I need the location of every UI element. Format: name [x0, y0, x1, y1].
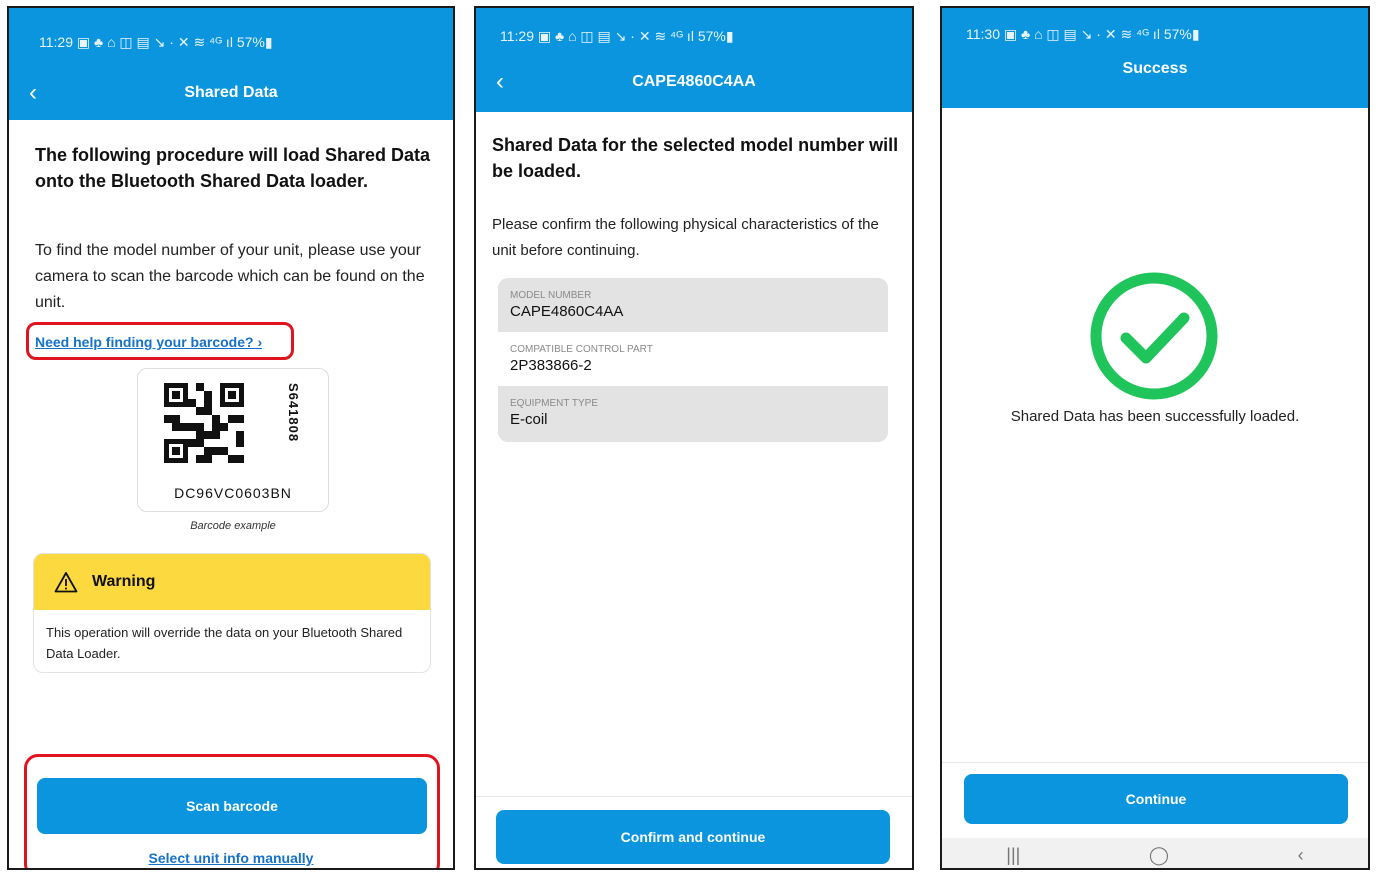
info-label: EQUIPMENT TYPE	[510, 398, 598, 409]
barcode-serial: S641808	[286, 383, 301, 443]
status-bar: 11:30 ▣ ♣ ⌂ ◫ ▤ ↘ · ✕ ≋ ⁴ᴳ ıl 57%▮	[942, 8, 1368, 52]
info-row-equipment-type: EQUIPMENT TYPE E-coil	[498, 386, 888, 440]
warning-header: Warning	[34, 554, 430, 610]
status-time: 11:29	[39, 34, 73, 50]
info-value: CAPE4860C4AA	[510, 303, 624, 320]
status-time: 11:30	[966, 26, 1000, 42]
confirm-heading: Shared Data for the selected model numbe…	[492, 135, 899, 181]
warning-title: Warning	[92, 573, 156, 590]
unit-info-card: MODEL NUMBER CAPE4860C4AA COMPATIBLE CON…	[498, 278, 888, 442]
app-bar: ‹ Shared Data	[9, 66, 453, 120]
system-nav-bar: ||| ◯ ‹	[942, 838, 1368, 868]
screen-success: 11:30 ▣ ♣ ⌂ ◫ ▤ ↘ · ✕ ≋ ⁴ᴳ ıl 57%▮ Succe…	[940, 6, 1370, 870]
page-title: CAPE4860C4AA	[632, 73, 756, 90]
intro-heading: The following procedure will load Shared…	[35, 145, 431, 191]
highlight-actions	[24, 754, 440, 868]
screen-confirm-model: 11:29 ▣ ♣ ⌂ ◫ ▤ ↘ · ✕ ≋ ⁴ᴳ ıl 57%▮ ‹ CAP…	[474, 6, 914, 870]
highlight-help-link	[26, 322, 294, 360]
nav-back-icon[interactable]: ‹	[1298, 845, 1304, 866]
info-value: E-coil	[510, 411, 548, 428]
status-icons: ▣ ♣ ⌂ ◫ ▤ ↘ · ✕ ≋ ⁴ᴳ ıl 57%▮	[1003, 26, 1200, 42]
app-bar: ‹ CAPE4860C4AA	[476, 52, 912, 112]
confirm-body: Please confirm the following physical ch…	[492, 216, 879, 259]
warning-triangle-icon	[54, 572, 78, 593]
info-value: 2P383866-2	[510, 357, 592, 374]
warning-card: Warning This operation will override the…	[33, 553, 431, 673]
back-icon[interactable]: ‹	[29, 81, 37, 105]
screen-shared-data: 11:29 ▣ ♣ ⌂ ◫ ▤ ↘ · ✕ ≋ ⁴ᴳ ıl 57%▮ ‹ Sha…	[7, 6, 455, 870]
info-row-model: MODEL NUMBER CAPE4860C4AA	[498, 278, 888, 332]
confirm-continue-button[interactable]: Confirm and continue	[496, 810, 890, 864]
continue-button[interactable]: Continue	[964, 774, 1348, 824]
footer-divider	[476, 796, 912, 797]
status-icons: ▣ ♣ ⌂ ◫ ▤ ↘ · ✕ ≋ ⁴ᴳ ıl 57%▮	[76, 34, 273, 50]
status-bar: 11:29 ▣ ♣ ⌂ ◫ ▤ ↘ · ✕ ≋ ⁴ᴳ ıl 57%▮	[476, 8, 912, 52]
recent-apps-icon[interactable]: |||	[1006, 845, 1020, 866]
status-time: 11:29	[500, 28, 534, 44]
footer-divider	[942, 762, 1368, 763]
barcode-code: DC96VC0603BN	[174, 485, 292, 501]
info-label: COMPATIBLE CONTROL PART	[510, 344, 653, 355]
status-icons: ▣ ♣ ⌂ ◫ ▤ ↘ · ✕ ≋ ⁴ᴳ ıl 57%▮	[537, 28, 734, 44]
home-icon[interactable]: ◯	[1149, 845, 1169, 866]
check-circle-icon	[1090, 272, 1218, 400]
page-title: Success	[1122, 60, 1188, 77]
page-title: Shared Data	[184, 84, 278, 101]
intro-body: To find the model number of your unit, p…	[35, 242, 425, 311]
app-bar: Success	[942, 52, 1368, 108]
success-message: Shared Data has been successfully loaded…	[1010, 408, 1300, 425]
info-row-control-part: COMPATIBLE CONTROL PART 2P383866-2	[498, 332, 888, 386]
back-icon[interactable]: ‹	[496, 70, 504, 94]
status-bar: 11:29 ▣ ♣ ⌂ ◫ ▤ ↘ · ✕ ≋ ⁴ᴳ ıl 57%▮	[9, 8, 453, 66]
barcode-example-card: S641808 DC96VC0603BN	[137, 368, 329, 512]
warning-text: This operation will override the data on…	[46, 625, 403, 661]
qr-code-icon	[164, 383, 244, 463]
barcode-caption: Barcode example	[190, 520, 276, 532]
info-label: MODEL NUMBER	[510, 290, 592, 301]
